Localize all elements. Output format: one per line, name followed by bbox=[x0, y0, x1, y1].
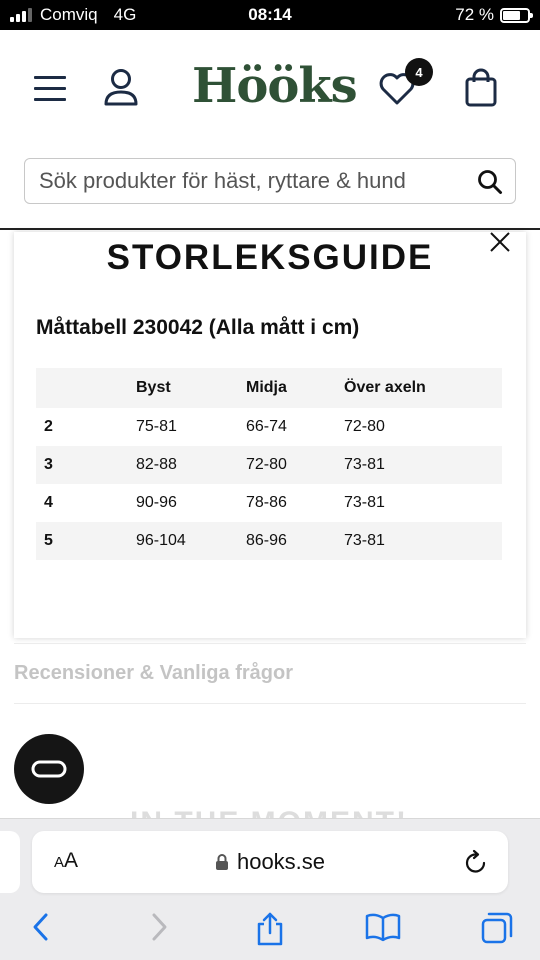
search-input[interactable] bbox=[39, 168, 459, 194]
battery-percent: 72 % bbox=[455, 5, 494, 24]
table-cell: 96-104 bbox=[136, 522, 246, 560]
previous-tab[interactable] bbox=[0, 831, 20, 893]
lock-icon bbox=[215, 851, 229, 877]
table-row: 5 96-104 86-96 73-81 bbox=[36, 522, 502, 560]
table-cell: 78-86 bbox=[246, 494, 287, 511]
size-table: Byst Midja Över axeln 2 75-81 66-74 72-8… bbox=[36, 368, 502, 560]
size-cell: 2 bbox=[44, 418, 53, 435]
size-cell: 3 bbox=[36, 446, 136, 484]
address-bar[interactable]: AA hooks.se bbox=[32, 831, 508, 893]
browser-bar: AA hooks.se bbox=[0, 818, 540, 960]
battery-icon bbox=[500, 7, 533, 23]
table-row: 3 82-88 72-80 73-81 bbox=[36, 446, 502, 484]
bookmarks-icon[interactable] bbox=[364, 911, 402, 948]
table-caption: Måttabell 230042 (Alla mått i cm) bbox=[36, 316, 360, 339]
divider bbox=[14, 703, 526, 704]
table-cell: 82-88 bbox=[136, 446, 246, 484]
column-header: Midja bbox=[246, 368, 344, 408]
chat-link-icon bbox=[31, 760, 67, 778]
table-cell: 73-81 bbox=[344, 446, 502, 484]
share-icon[interactable] bbox=[254, 911, 286, 952]
status-bar: Comviq 4G 08:14 72 % bbox=[0, 0, 540, 30]
wishlist-count-badge: 4 bbox=[405, 58, 433, 86]
table-cell: 73-81 bbox=[344, 494, 385, 511]
forward-icon[interactable] bbox=[146, 911, 170, 948]
table-cell: 86-96 bbox=[246, 522, 344, 560]
modal-title: STORLEKSGUIDE bbox=[106, 238, 434, 277]
table-cell: 66-74 bbox=[246, 418, 287, 435]
table-row: 2 75-81 66-74 72-80 bbox=[36, 408, 502, 446]
menu-icon[interactable] bbox=[34, 76, 66, 102]
table-cell: 90-96 bbox=[136, 494, 177, 511]
search-icon[interactable] bbox=[477, 169, 503, 200]
divider bbox=[14, 643, 526, 644]
table-cell: 72-80 bbox=[344, 418, 385, 435]
size-cell: 5 bbox=[36, 522, 136, 560]
search-bar[interactable] bbox=[24, 158, 516, 204]
brand-logo[interactable]: Hööks bbox=[192, 58, 358, 114]
url-text: hooks.se bbox=[236, 849, 326, 874]
browser-toolbar bbox=[0, 911, 540, 951]
site-header: Hööks 4 bbox=[0, 30, 540, 230]
column-header: Byst bbox=[136, 368, 246, 408]
chat-button[interactable] bbox=[14, 734, 84, 804]
reload-icon[interactable] bbox=[464, 849, 488, 880]
shopping-bag-icon[interactable] bbox=[464, 68, 498, 113]
column-header bbox=[36, 368, 136, 408]
url-display[interactable]: hooks.se bbox=[32, 849, 508, 877]
table-cell: 73-81 bbox=[344, 522, 502, 560]
table-cell: 75-81 bbox=[136, 418, 177, 435]
back-icon[interactable] bbox=[30, 911, 54, 948]
table-cell: 72-80 bbox=[246, 446, 344, 484]
table-row: 4 90-96 78-86 73-81 bbox=[36, 484, 502, 522]
column-header: Över axeln bbox=[344, 368, 502, 408]
reviews-faq-link[interactable]: Recensioner & Vanliga frågor bbox=[14, 662, 293, 685]
table-header-row: Byst Midja Över axeln bbox=[36, 368, 502, 408]
size-cell: 4 bbox=[44, 494, 53, 511]
size-guide-modal: STORLEKSGUIDE Måttabell 230042 (Alla måt… bbox=[14, 232, 526, 638]
account-icon[interactable] bbox=[102, 68, 140, 113]
tabs-icon[interactable] bbox=[480, 911, 514, 950]
